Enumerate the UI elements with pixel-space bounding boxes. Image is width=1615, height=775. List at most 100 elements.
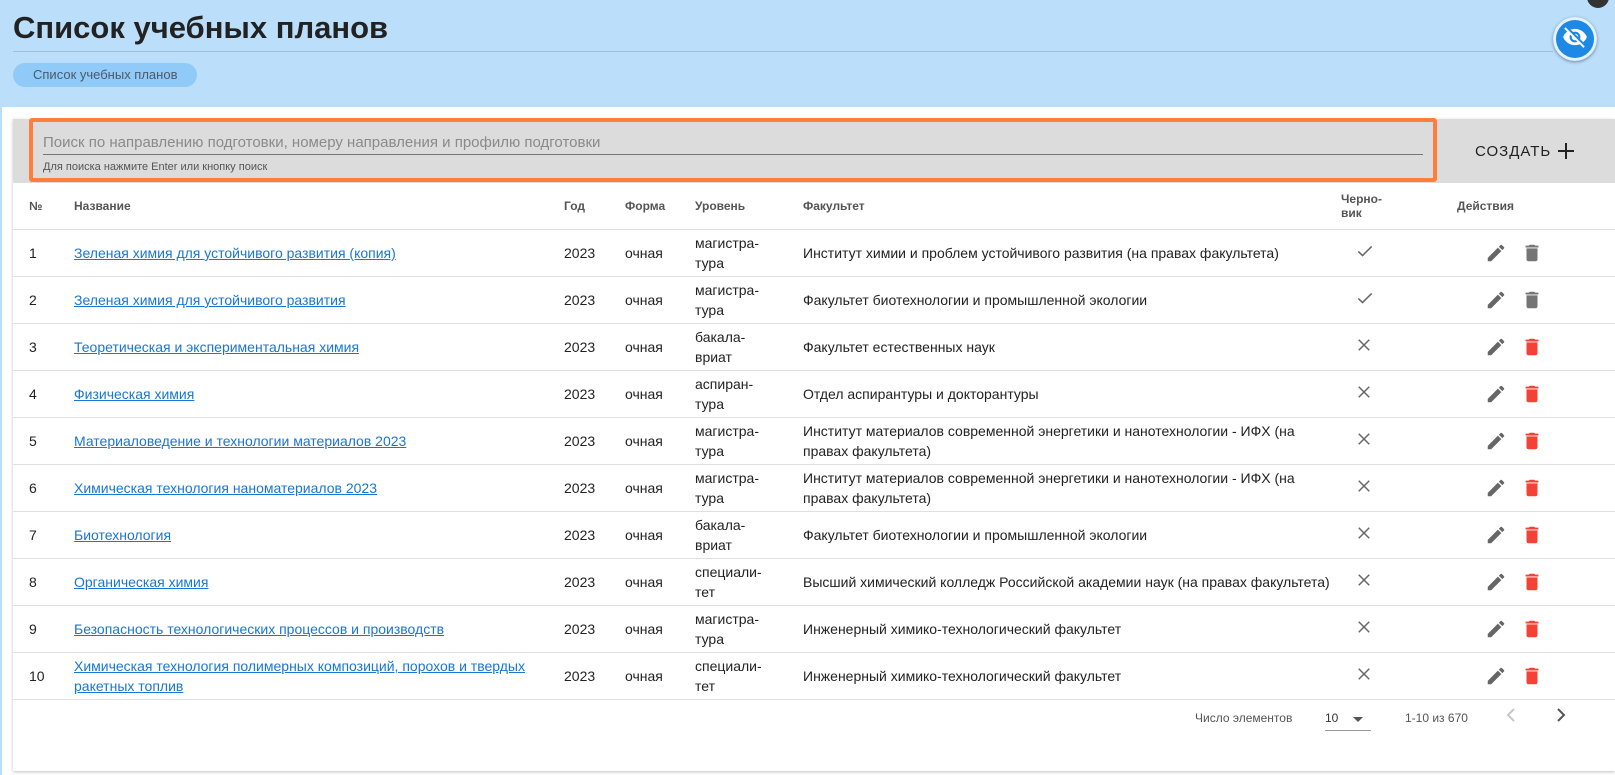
- cell-draft: [1341, 276, 1457, 324]
- cell-num: 1: [13, 229, 74, 277]
- cell-form: очная: [625, 370, 695, 418]
- edit-button[interactable]: [1485, 571, 1507, 593]
- col-year[interactable]: Год: [564, 183, 625, 230]
- pencil-icon: [1485, 383, 1507, 405]
- floating-button-partial[interactable]: [1587, 0, 1609, 8]
- delete-button[interactable]: [1521, 289, 1543, 311]
- col-faculty[interactable]: Факультет: [803, 183, 1341, 230]
- cell-form: очная: [625, 652, 695, 700]
- cell-draft: [1341, 605, 1457, 653]
- cell-actions: [1457, 229, 1615, 277]
- cell-name: Химическая технология наноматериалов 202…: [74, 464, 564, 512]
- delete-button[interactable]: [1521, 383, 1543, 405]
- cell-draft: [1341, 229, 1457, 277]
- cell-num: 4: [13, 370, 74, 418]
- delete-button[interactable]: [1521, 665, 1543, 687]
- col-draft[interactable]: Черно- вик: [1341, 183, 1457, 230]
- cell-faculty: Инженерный химико-технологический факуль…: [803, 605, 1341, 653]
- plan-link[interactable]: Материаловедение и технологии материалов…: [74, 433, 406, 449]
- close-icon: [1355, 618, 1373, 636]
- level-line2: тура: [695, 302, 724, 318]
- cell-num: 6: [13, 464, 74, 512]
- pencil-icon: [1485, 571, 1507, 593]
- cell-name: Зеленая химия для устойчивого развития (…: [74, 229, 564, 277]
- delete-button[interactable]: [1521, 336, 1543, 358]
- delete-button[interactable]: [1521, 571, 1543, 593]
- cell-year: 2023: [564, 652, 625, 700]
- cell-level: бакала-вриат: [695, 511, 803, 559]
- close-icon: [1355, 665, 1373, 683]
- plan-link[interactable]: Теоретическая и экспериментальная химия: [74, 339, 359, 355]
- col-level[interactable]: Уровень: [695, 183, 803, 230]
- delete-button[interactable]: [1521, 618, 1543, 640]
- edit-button[interactable]: [1485, 524, 1507, 546]
- cell-draft: [1341, 323, 1457, 371]
- title-divider: [13, 51, 1553, 52]
- delete-button[interactable]: [1521, 524, 1543, 546]
- plan-link[interactable]: Органическая химия: [74, 574, 208, 590]
- delete-button[interactable]: [1521, 477, 1543, 499]
- cell-draft: [1341, 511, 1457, 559]
- edit-button[interactable]: [1485, 383, 1507, 405]
- pencil-icon: [1485, 618, 1507, 640]
- edit-button[interactable]: [1485, 289, 1507, 311]
- table-row: 10 Химическая технология полимерных компо…: [13, 652, 1615, 700]
- level-line1: бакала-: [695, 517, 746, 533]
- search-input[interactable]: [43, 130, 1423, 155]
- delete-button[interactable]: [1521, 430, 1543, 452]
- table-row: 8 Органическая химия 2023 очная специали-тет…: [13, 558, 1615, 606]
- edit-button[interactable]: [1485, 665, 1507, 687]
- close-icon: [1355, 383, 1373, 401]
- cell-level: бакала-вриат: [695, 323, 803, 371]
- breadcrumb[interactable]: Список учебных планов: [13, 63, 198, 87]
- plan-link[interactable]: Химическая технология наноматериалов 202…: [74, 480, 377, 496]
- level-line2: вриат: [695, 537, 732, 553]
- cell-faculty: Институт материалов современной энергети…: [803, 417, 1341, 465]
- plan-link[interactable]: Зеленая химия для устойчивого развития (…: [74, 245, 396, 261]
- close-icon: [1355, 571, 1373, 589]
- edit-button[interactable]: [1485, 477, 1507, 499]
- delete-button[interactable]: [1521, 242, 1543, 264]
- toggle-visibility-button[interactable]: [1553, 17, 1597, 61]
- cell-year: 2023: [564, 511, 625, 559]
- cell-year: 2023: [564, 464, 625, 512]
- cell-draft: [1341, 370, 1457, 418]
- trash-icon: [1521, 242, 1543, 264]
- plan-link[interactable]: Безопасность технологических процессов и…: [74, 621, 444, 637]
- col-form[interactable]: Форма: [625, 183, 695, 230]
- edit-button[interactable]: [1485, 618, 1507, 640]
- level-line2: тура: [695, 255, 724, 271]
- page-title: Список учебных планов: [13, 10, 389, 45]
- previous-page-button[interactable]: [1499, 703, 1523, 730]
- page-size-select[interactable]: 10: [1325, 700, 1371, 731]
- create-button[interactable]: СОЗДАТЬ: [1475, 137, 1575, 165]
- pencil-icon: [1485, 524, 1507, 546]
- edit-button[interactable]: [1485, 336, 1507, 358]
- cell-form: очная: [625, 558, 695, 606]
- cell-num: 8: [13, 558, 74, 606]
- edit-button[interactable]: [1485, 242, 1507, 264]
- col-draft-line1: Черно-: [1341, 192, 1383, 206]
- edit-button[interactable]: [1485, 430, 1507, 452]
- plan-link[interactable]: Биотехнология: [74, 527, 171, 543]
- cell-year: 2023: [564, 370, 625, 418]
- cell-form: очная: [625, 511, 695, 559]
- cell-faculty: Отдел аспирантуры и докторантуры: [803, 370, 1341, 418]
- cell-level: аспиран-тура: [695, 370, 803, 418]
- table-row: 9 Безопасность технологических процессов …: [13, 605, 1615, 653]
- cell-name: Зеленая химия для устойчивого развития: [74, 276, 564, 324]
- col-num[interactable]: №: [13, 183, 74, 230]
- cell-level: специали-тет: [695, 558, 803, 606]
- pencil-icon: [1485, 430, 1507, 452]
- plan-link[interactable]: Физическая химия: [74, 386, 194, 402]
- cell-actions: [1457, 323, 1615, 371]
- plan-link[interactable]: Химическая технология полимерных компози…: [74, 658, 525, 694]
- close-icon: [1355, 477, 1373, 495]
- plan-link[interactable]: Зеленая химия для устойчивого развития: [74, 292, 346, 308]
- cell-faculty: Высший химический колледж Российской ака…: [803, 558, 1341, 606]
- cell-level: магистра-тура: [695, 605, 803, 653]
- level-line1: аспиран-: [695, 376, 754, 392]
- pencil-icon: [1485, 665, 1507, 687]
- next-page-button[interactable]: [1549, 703, 1573, 730]
- col-name[interactable]: Название: [74, 183, 564, 230]
